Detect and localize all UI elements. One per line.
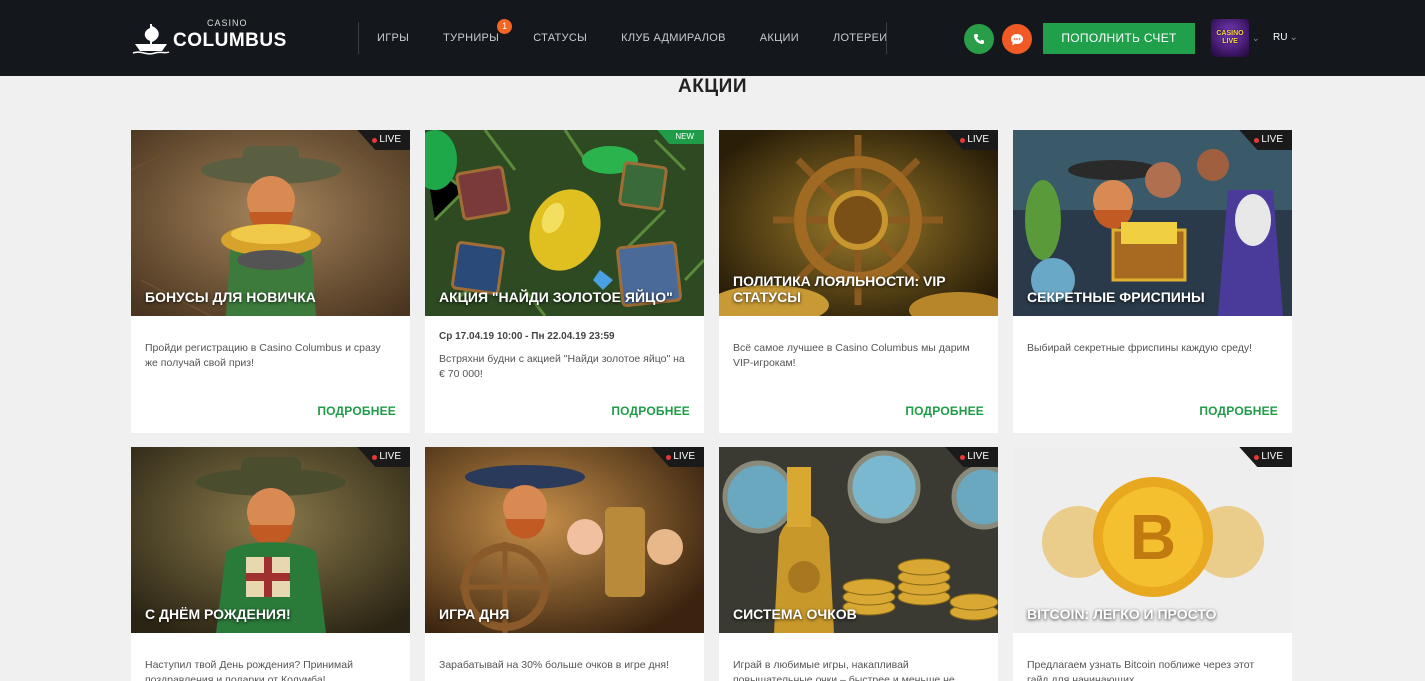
chevron-down-icon: ⌄ — [1289, 32, 1298, 43]
casino-columbus-logo[interactable]: CASINO COLUMBUS — [131, 18, 287, 58]
promo-dates: Ср 17.04.19 10:00 - Пн 22.04.19 23:59 — [439, 331, 615, 342]
page-title: АКЦИИ — [677, 76, 747, 97]
ship-logo-icon — [132, 24, 170, 55]
promo-card-newbie-bonus[interactable]: LIVE БОНУСЫ ДЛЯ НОВИЧКА Пройди регистрац… — [131, 130, 410, 433]
more-details-link[interactable]: ПОДРОБНЕЕ — [317, 404, 396, 418]
promo-title: ИГРА ДНЯ — [439, 606, 510, 622]
promo-body: Предлагаем узнать Bitcoin поближе через … — [1013, 633, 1292, 681]
nav-item-tournaments[interactable]: ТУРНИРЫ 1 — [443, 19, 513, 44]
live-logo-line2: LIVE — [1222, 38, 1238, 45]
promo-card-secret-freespins[interactable]: LIVE СЕКРЕТНЫЕ ФРИСПИНЫ Выбирай секретны… — [1013, 130, 1292, 433]
phone-button[interactable] — [964, 24, 994, 54]
promo-title: АКЦИЯ "НАЙДИ ЗОЛОТОЕ ЯЙЦО" — [439, 289, 673, 305]
svg-text:B: B — [1130, 501, 1176, 573]
deposit-button[interactable]: ПОПОЛНИТЬ СЧЕТ — [1043, 23, 1195, 54]
more-details-link[interactable]: ПОДРОБНЕЕ — [1199, 404, 1278, 418]
promo-image[interactable]: LIVE БОНУСЫ ДЛЯ НОВИЧКА — [131, 130, 410, 316]
chat-bubble-icon — [1011, 33, 1023, 45]
promo-title: С ДНЁМ РОЖДЕНИЯ! — [145, 606, 291, 622]
promo-body: Наступил твой День рождения? Принимай по… — [131, 633, 410, 681]
promo-body: Пройди регистрацию в Casino Columbus и с… — [131, 316, 410, 433]
nav-divider-right — [886, 22, 887, 54]
promo-description: Пройди регистрацию в Casino Columbus и с… — [145, 342, 381, 369]
promo-description: Выбирай секретные фриспины каждую среду! — [1027, 342, 1253, 354]
promo-body: Всё самое лучшее в Casino Columbus мы да… — [719, 316, 998, 433]
promo-image[interactable]: LIVE ПОЛИТИКА ЛОЯЛЬНОСТИ: VIP СТАТУСЫ — [719, 130, 998, 316]
casino-live-logo[interactable]: CASINO LIVE — [1211, 19, 1249, 57]
promo-body: Ср 17.04.19 10:00 - Пн 22.04.19 23:59 Вс… — [425, 316, 704, 433]
promo-title: BITCOIN: ЛЕГКО И ПРОСТО — [1027, 606, 1217, 622]
promo-title: ПОЛИТИКА ЛОЯЛЬНОСТИ: VIP СТАТУСЫ — [733, 273, 946, 305]
promo-card-golden-egg[interactable]: NEW АКЦИЯ "НАЙДИ ЗОЛОТОЕ ЯЙЦО" Ср 17.04.… — [425, 130, 704, 433]
promo-card-vip-loyalty[interactable]: LIVE ПОЛИТИКА ЛОЯЛЬНОСТИ: VIP СТАТУСЫ Вс… — [719, 130, 998, 433]
live-logo-line1: CASINO — [1216, 30, 1244, 37]
promo-description: Играй в любимые игры, накапливай повышат… — [733, 659, 967, 681]
promo-description: Всё самое лучшее в Casino Columbus мы да… — [733, 342, 970, 369]
logo-big-text: COLUMBUS — [173, 30, 287, 51]
phone-icon — [974, 34, 984, 44]
nav-item-promotions[interactable]: АКЦИИ — [760, 32, 799, 44]
more-details-link[interactable]: ПОДРОБНЕЕ — [905, 404, 984, 418]
nav-item-admirals-club[interactable]: КЛУБ АДМИРАЛОВ — [621, 32, 726, 44]
promo-description: Предлагаем узнать Bitcoin поближе через … — [1027, 659, 1255, 681]
promo-card-game-of-day[interactable]: LIVE ИГРА ДНЯ Зарабатывай на 30% больше … — [425, 447, 704, 681]
promo-title: СИСТЕМА ОЧКОВ — [733, 606, 857, 622]
language-label: RU — [1273, 32, 1288, 43]
promo-title: СЕКРЕТНЫЕ ФРИСПИНЫ — [1027, 289, 1205, 305]
promo-title: БОНУСЫ ДЛЯ НОВИЧКА — [145, 289, 316, 305]
promo-image[interactable]: B LIVE BITCOIN: ЛЕГКО И ПРОСТО — [1013, 447, 1292, 633]
nav-item-games[interactable]: ИГРЫ — [377, 32, 409, 44]
nav-label: ТУРНИРЫ — [443, 32, 500, 44]
chevron-down-icon[interactable]: ⌄ — [1252, 33, 1260, 44]
nav-item-statuses[interactable]: СТАТУСЫ — [533, 32, 587, 44]
promo-card-birthday[interactable]: LIVE С ДНЁМ РОЖДЕНИЯ! Наступил твой День… — [131, 447, 410, 681]
promo-card-points-system[interactable]: LIVE СИСТЕМА ОЧКОВ Играй в любимые игры,… — [719, 447, 998, 681]
top-header: CASINO COLUMBUS ИГРЫ ТУРНИРЫ 1 СТАТУСЫ КЛ… — [0, 0, 1425, 76]
more-details-link[interactable]: ПОДРОБНЕЕ — [611, 404, 690, 418]
promo-description: Наступил твой День рождения? Принимай по… — [145, 659, 353, 681]
chat-button[interactable] — [1002, 24, 1032, 54]
promo-card-bitcoin[interactable]: B LIVE BITCOIN: ЛЕГКО И ПРОСТО Предлагае… — [1013, 447, 1292, 681]
promo-image[interactable]: LIVE С ДНЁМ РОЖДЕНИЯ! — [131, 447, 410, 633]
nav-label: СТАТУСЫ — [533, 32, 588, 44]
promo-image[interactable]: LIVE СЕКРЕТНЫЕ ФРИСПИНЫ — [1013, 130, 1292, 316]
nav-label: ИГРЫ — [377, 32, 410, 44]
nav-label: ЛОТЕРЕИ — [832, 32, 888, 44]
logo-small-text: CASINO — [207, 18, 248, 28]
promo-image[interactable]: LIVE ИГРА ДНЯ — [425, 447, 704, 633]
language-selector[interactable]: RU ⌄ — [1273, 32, 1298, 43]
main-nav: ИГРЫ ТУРНИРЫ 1 СТАТУСЫ КЛУБ АДМИРАЛОВ АКЦ… — [360, 0, 887, 76]
nav-label: КЛУБ АДМИРАЛОВ — [621, 32, 726, 44]
promo-body: Зарабатывай на 30% больше очков в игре д… — [425, 633, 704, 681]
nav-label: АКЦИИ — [759, 32, 799, 44]
promo-body: Выбирай секретные фриспины каждую среду!… — [1013, 316, 1292, 433]
nav-divider-left — [358, 22, 359, 54]
promo-image[interactable]: NEW АКЦИЯ "НАЙДИ ЗОЛОТОЕ ЯЙЦО" — [425, 130, 704, 316]
promo-body: Играй в любимые игры, накапливай повышат… — [719, 633, 998, 681]
promo-image[interactable]: LIVE СИСТЕМА ОЧКОВ — [719, 447, 998, 633]
nav-item-lotteries[interactable]: ЛОТЕРЕИ — [833, 32, 888, 44]
tournaments-count-badge: 1 — [497, 19, 513, 34]
promo-description: Встряхни будни с акцией "Найди золотое я… — [439, 353, 685, 380]
promo-description: Зарабатывай на 30% больше очков в игре д… — [439, 659, 670, 671]
